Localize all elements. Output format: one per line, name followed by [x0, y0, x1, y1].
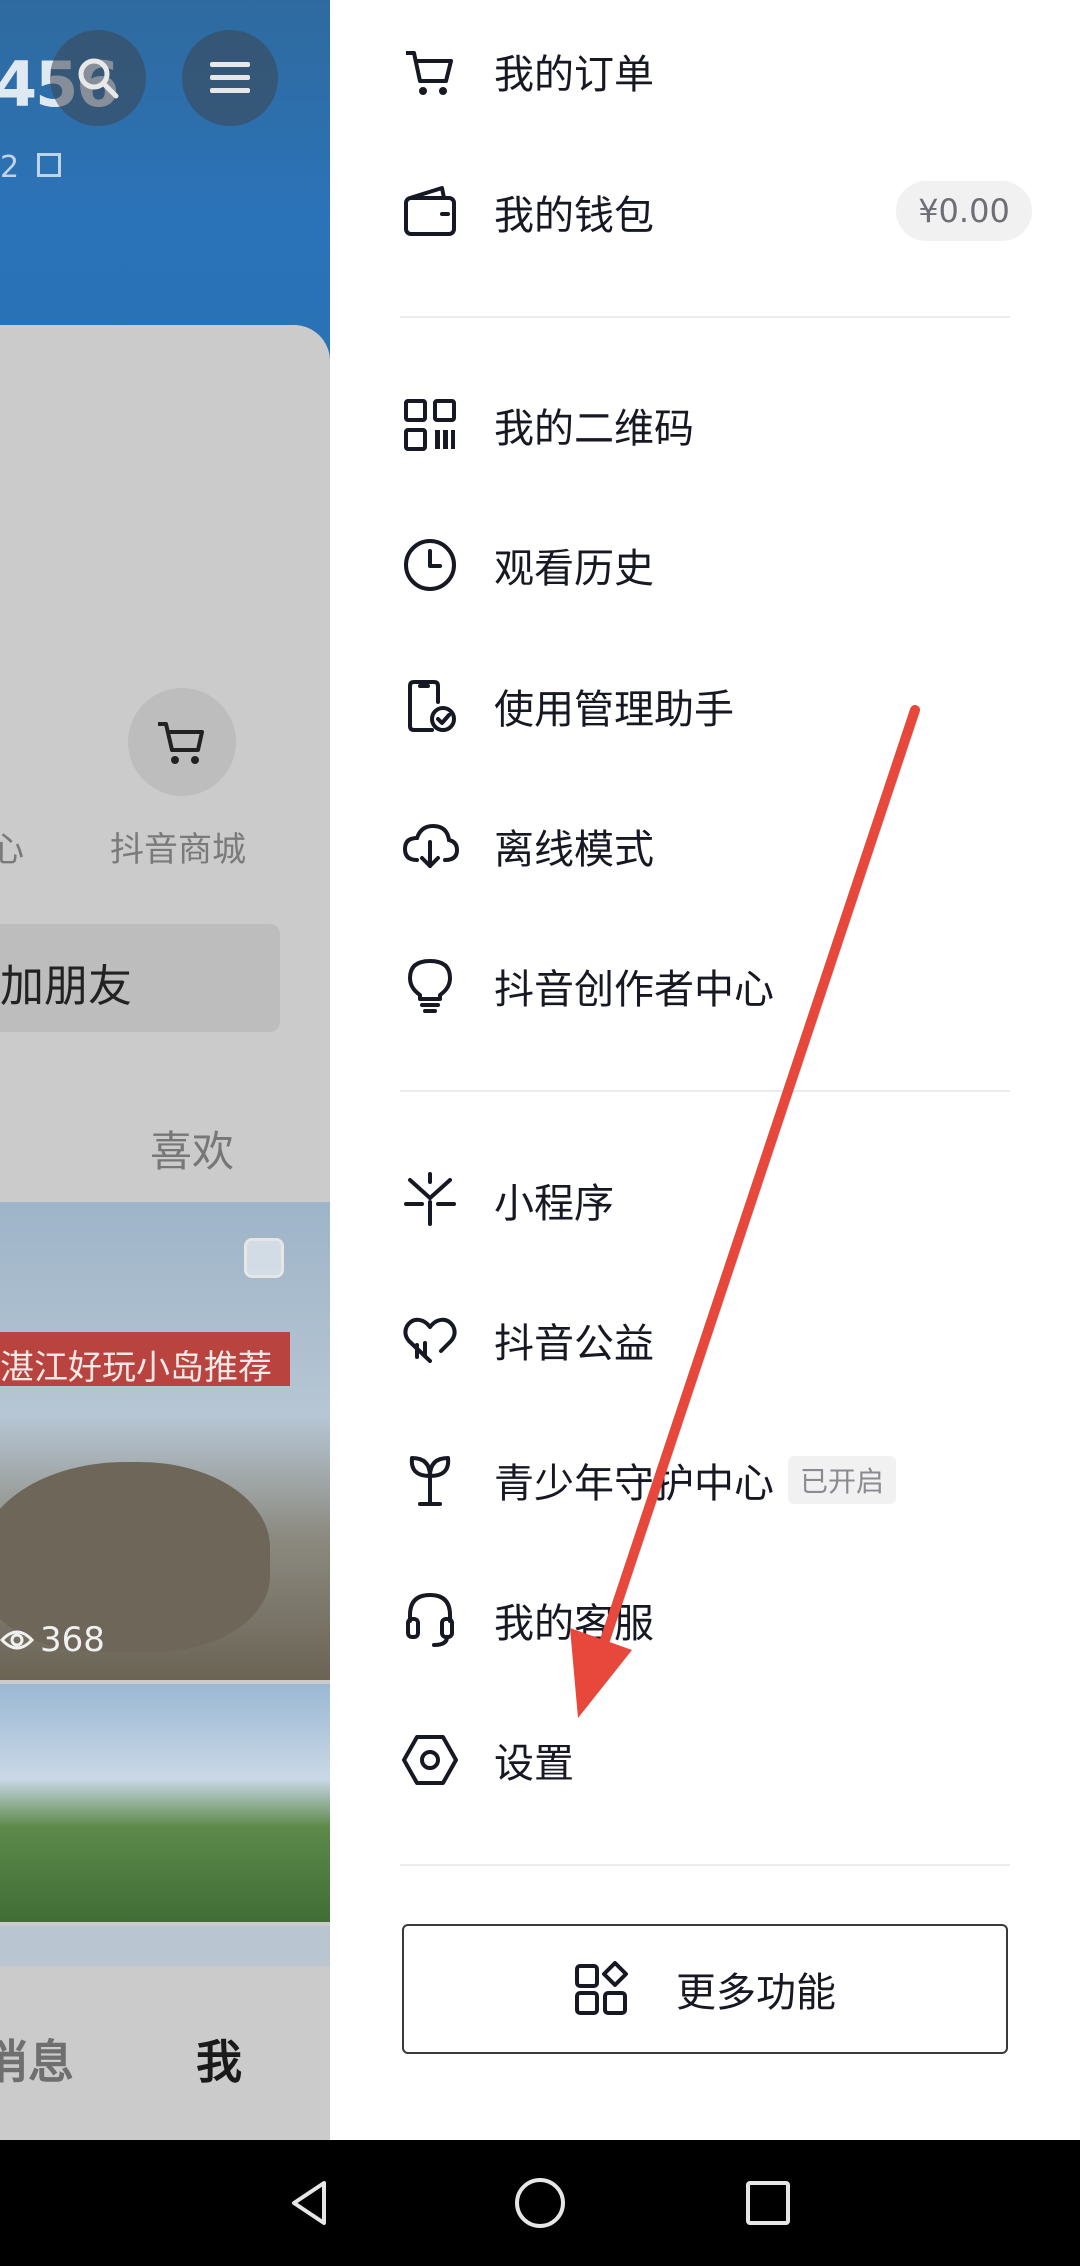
- menu-item-label: 我的钱包: [494, 193, 654, 239]
- system-navigation-bar: [0, 2140, 1080, 2266]
- recents-square-icon: [746, 2181, 790, 2225]
- account-sub-text: 2: [0, 150, 20, 185]
- back-triangle-icon: [292, 2181, 326, 2225]
- back-button[interactable]: [280, 2173, 340, 2233]
- menu-item-customer-service[interactable]: 我的客服: [400, 1565, 1040, 1675]
- menu-item-label: 我的客服: [494, 1601, 654, 1647]
- menu-item-usage-manager[interactable]: 使用管理助手: [400, 651, 1040, 761]
- view-count-text: 368: [40, 1620, 105, 1660]
- mall-label: 抖音商城: [110, 830, 246, 870]
- menu-item-label: 我的二维码: [494, 406, 694, 452]
- menu-item-history[interactable]: 观看历史: [400, 510, 1040, 620]
- eye-icon: [0, 1630, 34, 1650]
- cart-icon: [158, 722, 204, 764]
- home-circle-icon: [515, 2178, 565, 2228]
- search-icon: [78, 58, 119, 99]
- side-drawer: 我的订单 我的钱包 ¥0.00 我的二维码 观看历史 使用管理助手 离线模式 抖…: [330, 0, 1080, 2140]
- bottom-nav: 消息 我: [0, 1966, 330, 2140]
- wallet-balance-badge: ¥0.00: [896, 181, 1032, 241]
- menu-item-charity[interactable]: 抖音公益: [400, 1285, 1040, 1395]
- lightbulb-icon: [408, 959, 452, 1013]
- divider: [400, 1864, 1010, 1866]
- video-thumbnail[interactable]: [0, 1684, 330, 1922]
- menu-item-label: 设置: [494, 1741, 574, 1787]
- clock-icon: [404, 539, 456, 591]
- divider: [400, 316, 1010, 318]
- nav-messages[interactable]: 消息: [0, 2026, 74, 2092]
- menu-item-label: 离线模式: [494, 827, 654, 873]
- hexagon-settings-icon: [402, 1735, 458, 1785]
- cut-label: 心: [0, 830, 24, 870]
- menu-item-orders[interactable]: 我的订单: [400, 16, 1040, 126]
- cart-icon: [406, 51, 453, 95]
- profile-page-dimmed[interactable]: 456 2 抖音商城 心 加朋友 喜欢 湛江好玩小岛推荐 368 消息 我: [0, 0, 330, 2140]
- account-sub: 2: [0, 150, 61, 185]
- view-count: 368: [0, 1620, 105, 1660]
- thumbnail-banner-text: 湛江好玩小岛推荐: [0, 1348, 272, 1388]
- menu-item-label: 我的订单: [494, 52, 654, 98]
- menu-item-offline-mode[interactable]: 离线模式: [400, 791, 1040, 901]
- hamburger-icon: [210, 62, 250, 93]
- qrcode-small-icon: [36, 153, 61, 177]
- add-friend-label: 加朋友: [0, 961, 132, 1012]
- tab-likes[interactable]: 喜欢: [150, 1118, 234, 1179]
- phone-check-icon: [408, 680, 456, 732]
- menu-item-mini-programs[interactable]: 小程序: [400, 1145, 1040, 1255]
- menu-item-qrcode[interactable]: 我的二维码: [400, 370, 1040, 480]
- profile-header: 456 2: [0, 0, 330, 360]
- sprout-icon: [409, 1456, 451, 1506]
- recents-button[interactable]: [738, 2173, 798, 2233]
- menu-item-settings[interactable]: 设置: [400, 1705, 1040, 1815]
- video-thumbnail[interactable]: [0, 1926, 330, 1966]
- menu-item-label: 观看历史: [494, 546, 654, 592]
- divider: [400, 1090, 1010, 1092]
- menu-item-label: 青少年守护中心: [494, 1461, 774, 1507]
- nav-me[interactable]: 我: [196, 2026, 242, 2092]
- menu-button[interactable]: [182, 30, 278, 126]
- wallet-icon: [404, 186, 456, 236]
- youth-status-badge: 已开启: [788, 1456, 897, 1504]
- menu-item-label: 小程序: [494, 1181, 614, 1227]
- video-thumbnail[interactable]: 湛江好玩小岛推荐 368: [0, 1202, 330, 1680]
- menu-item-youth-center[interactable]: 青少年守护中心 已开启: [400, 1425, 1040, 1535]
- more-features-button[interactable]: 更多功能: [402, 1924, 1008, 2054]
- qrcode-icon: [404, 399, 456, 451]
- menu-item-creator-center[interactable]: 抖音创作者中心: [400, 931, 1040, 1041]
- heart-hands-icon: [403, 1317, 457, 1363]
- grid-plus-icon: [575, 1961, 628, 2015]
- asterisk-icon: [404, 1172, 456, 1226]
- home-button[interactable]: [510, 2173, 570, 2233]
- menu-item-label: 抖音公益: [494, 1321, 654, 1367]
- more-features-label: 更多功能: [676, 1970, 836, 2016]
- mall-button[interactable]: [128, 688, 236, 796]
- menu-item-label: 抖音创作者中心: [494, 967, 774, 1013]
- select-checkbox[interactable]: [244, 1238, 284, 1278]
- search-button[interactable]: [50, 30, 146, 126]
- thumbnail-banner: 湛江好玩小岛推荐: [0, 1332, 290, 1388]
- add-friend-button[interactable]: 加朋友: [0, 924, 280, 1032]
- menu-item-label: 使用管理助手: [494, 687, 734, 733]
- cloud-download-icon: [402, 823, 459, 868]
- headset-icon: [406, 1592, 454, 1647]
